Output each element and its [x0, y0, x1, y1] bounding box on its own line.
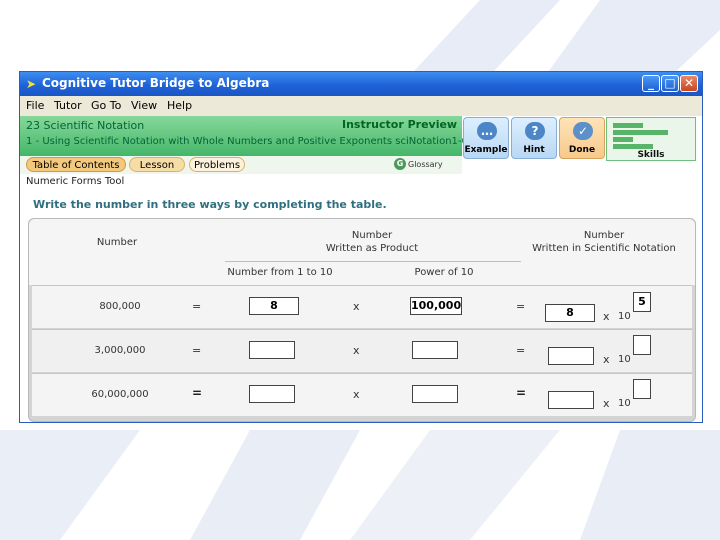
base-ten: 10 [618, 311, 631, 322]
table-row: 60,000,000 = x = x 10 [32, 373, 692, 416]
equals-sign: = [192, 344, 202, 357]
done-label: Done [568, 145, 596, 155]
sci-coefficient-input[interactable] [548, 347, 594, 365]
header-product-subtitle: Written as Product [325, 243, 419, 254]
sci-coefficient-input[interactable] [548, 391, 594, 409]
header-product-title: Number [351, 230, 393, 241]
numeric-forms-table: Number Number Written as Product Number … [28, 218, 696, 422]
close-button[interactable]: ✕ [680, 75, 698, 92]
tab-lesson[interactable]: Lesson [129, 157, 185, 172]
base-ten: 10 [618, 354, 631, 365]
skills-panel[interactable]: Skills [606, 117, 696, 161]
question-icon: ? [525, 122, 545, 140]
header-divider [225, 261, 521, 262]
glossary-link[interactable]: Glossary [408, 160, 443, 169]
mode-label: Instructor Preview [342, 118, 458, 131]
menu-bar: File Tutor Go To View Help [20, 96, 702, 116]
header-sci-title: Number [583, 230, 625, 241]
times-sign: x [353, 388, 360, 401]
equals-sign: = [192, 300, 202, 313]
section-title: 1 - Using Scientific Notation with Whole… [26, 136, 481, 147]
menu-help[interactable]: Help [167, 99, 192, 112]
header-number: Number [96, 237, 138, 248]
header-sci-subtitle: Written in Scientific Notation [532, 243, 676, 254]
times-sign: x [353, 344, 360, 357]
table-row: 3,000,000 = x = x 10 [32, 329, 692, 372]
times-sign: x [603, 397, 610, 410]
checkmark-icon: ✓ [573, 122, 593, 140]
times-sign: x [603, 310, 610, 323]
hint-button[interactable]: ? Hint [511, 117, 557, 159]
window-title: Cognitive Tutor Bridge to Algebra [42, 76, 270, 90]
equals-sign: = [192, 386, 203, 400]
unit-title: 23 Scientific Notation [26, 119, 145, 132]
skill-bar [613, 144, 653, 149]
power-input[interactable]: 100,000 [410, 297, 462, 315]
speech-bubble-icon: … [477, 122, 497, 140]
exponent-input[interactable]: 5 [633, 292, 651, 312]
number-value: 800,000 [99, 301, 141, 312]
skill-bar [613, 123, 643, 128]
glossary-icon[interactable]: G [394, 158, 406, 170]
equals-sign: = [516, 386, 527, 400]
times-sign: x [603, 353, 610, 366]
times-sign: x [353, 300, 360, 313]
factor-input[interactable] [249, 341, 295, 359]
numeric-forms-tool: Numeric Forms Tool Write the number in t… [20, 174, 702, 422]
maximize-button[interactable]: □ [661, 75, 679, 92]
tool-name: Numeric Forms Tool [26, 176, 125, 187]
tab-table-of-contents[interactable]: Table of Contents [26, 157, 126, 172]
tutor-window: ➤ Cognitive Tutor Bridge to Algebra _ □ … [19, 71, 703, 423]
equals-sign: = [516, 300, 526, 313]
base-ten: 10 [618, 398, 631, 409]
table-row: 800,000 = 8 x 100,000 = 8 x 10 5 [32, 285, 692, 328]
number-value: 60,000,000 [91, 389, 149, 400]
app-icon: ➤ [26, 77, 37, 91]
title-bar: ➤ Cognitive Tutor Bridge to Algebra _ □ … [20, 72, 702, 96]
nav-tabs: Table of Contents Lesson Problems G Glos… [20, 156, 462, 174]
exponent-input[interactable] [633, 379, 651, 399]
factor-input[interactable] [249, 385, 295, 403]
header-power: Power of 10 [414, 267, 474, 278]
tab-problems[interactable]: Problems [189, 157, 245, 172]
hint-label: Hint [523, 145, 545, 155]
menu-file[interactable]: File [26, 99, 44, 112]
factor-input[interactable]: 8 [249, 297, 299, 315]
power-input[interactable] [412, 341, 458, 359]
table-header: Number Number Written as Product Number … [29, 219, 695, 285]
power-input[interactable] [412, 385, 458, 403]
menu-tutor[interactable]: Tutor [54, 99, 82, 112]
header-factor: Number from 1 to 10 [227, 267, 333, 278]
instruction-text: Write the number in three ways by comple… [33, 198, 387, 211]
minimize-button[interactable]: _ [642, 75, 660, 92]
equals-sign: = [516, 344, 526, 357]
example-button[interactable]: … Example [463, 117, 509, 159]
menu-view[interactable]: View [131, 99, 157, 112]
exponent-input[interactable] [633, 335, 651, 355]
skill-bar [613, 130, 668, 135]
lesson-header: 23 Scientific Notation Instructor Previe… [20, 116, 481, 156]
skill-bar [613, 137, 633, 142]
sci-coefficient-input[interactable]: 8 [545, 304, 595, 322]
skills-label: Skills [637, 150, 665, 160]
done-button[interactable]: ✓ Done [559, 117, 605, 159]
number-value: 3,000,000 [94, 345, 146, 356]
example-label: Example [464, 145, 508, 155]
menu-go-to[interactable]: Go To [91, 99, 121, 112]
